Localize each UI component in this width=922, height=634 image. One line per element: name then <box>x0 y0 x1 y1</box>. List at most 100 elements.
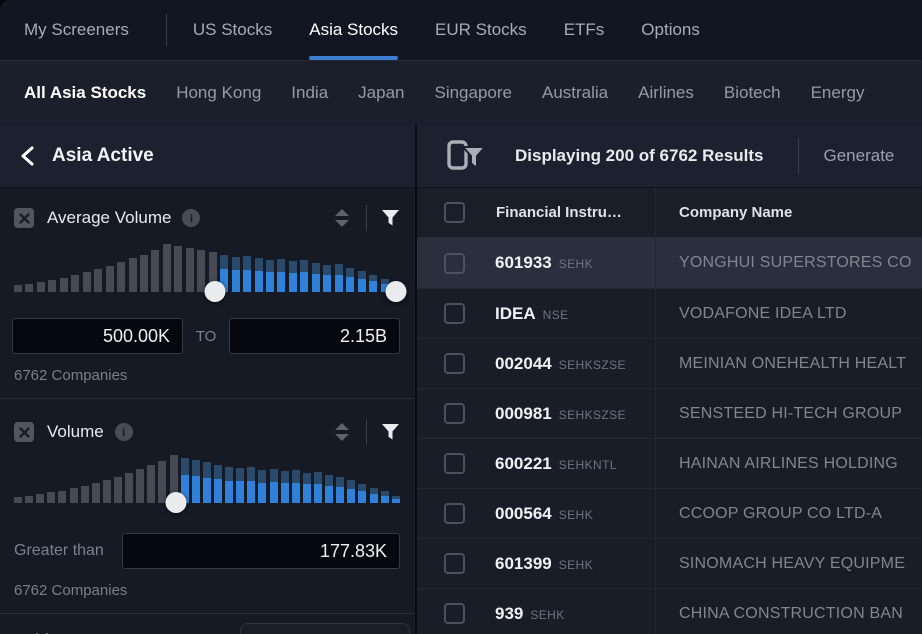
histogram-bar <box>163 244 171 292</box>
exchange-code: SEHK <box>559 257 593 271</box>
select-all-checkbox[interactable] <box>444 202 465 223</box>
column-company-name[interactable]: Company Name <box>679 204 792 221</box>
exchange-code: SEHKSZSE <box>559 358 626 372</box>
company-name: SENSTEED HI-TECH GROUP <box>679 405 902 423</box>
histogram-bar <box>25 284 33 292</box>
subnav-item-australia[interactable]: Australia <box>542 83 608 103</box>
nav-tab-options[interactable]: Options <box>641 0 700 60</box>
back-icon[interactable] <box>18 145 38 167</box>
exchange-code: SEHK <box>559 508 593 522</box>
results-header: Displaying 200 of 6762 Results Generate <box>417 125 922 188</box>
row-checkbox[interactable] <box>444 603 465 624</box>
row-checkbox[interactable] <box>444 553 465 574</box>
subnav-item-biotech[interactable]: Biotech <box>724 83 781 103</box>
histogram-bar-selected <box>236 468 244 503</box>
subnav-item-singapore[interactable]: Singapore <box>434 83 512 103</box>
company-name: CHINA CONSTRUCTION BAN <box>679 605 903 623</box>
threshold-handle[interactable] <box>166 492 187 513</box>
row-checkbox[interactable] <box>444 253 465 274</box>
exchange-code: SEHK <box>530 608 564 622</box>
histogram-bar <box>70 488 78 503</box>
volume-histogram <box>14 455 400 503</box>
nav-tab-my-screeners[interactable]: My Screeners <box>24 0 129 60</box>
filter-card-volume: Volume i Greater than 6762 Companies <box>0 399 415 614</box>
screen-title: Asia Active <box>52 145 154 167</box>
range-handle-min[interactable] <box>205 281 226 302</box>
remove-filter-icon[interactable] <box>14 422 34 442</box>
subnav-item-energy[interactable]: Energy <box>811 83 865 103</box>
histogram-bar-selected <box>325 475 333 503</box>
info-icon[interactable]: i <box>182 209 200 227</box>
subnav-item-hong-kong[interactable]: Hong Kong <box>176 83 261 103</box>
ticker-symbol[interactable]: 002044 <box>495 354 552 374</box>
table-row[interactable]: 601399 SEHK SINOMACH HEAVY EQUIPME <box>417 538 922 588</box>
column-financial-instrument[interactable]: Financial Instru… <box>496 204 622 221</box>
histogram-bar-selected <box>214 465 222 503</box>
nav-divider <box>166 14 167 46</box>
histogram-bar <box>174 246 182 292</box>
range-to-label: TO <box>183 328 229 345</box>
company-name: YONGHUI SUPERSTORES CO <box>679 254 912 272</box>
subnav-item-airlines[interactable]: Airlines <box>638 83 694 103</box>
row-checkbox[interactable] <box>444 353 465 374</box>
row-checkbox[interactable] <box>444 303 465 324</box>
histogram-bar <box>48 280 56 292</box>
generate-button[interactable]: Generate <box>824 146 895 166</box>
stock-screener-app: My Screeners US Stocks Asia Stocks EUR S… <box>0 0 922 634</box>
row-checkbox[interactable] <box>444 503 465 524</box>
histogram-bar <box>36 494 44 503</box>
table-row[interactable]: 000981 SEHKSZSE SENSTEED HI-TECH GROUP <box>417 388 922 438</box>
exchange-code: NSE <box>543 308 569 322</box>
ticker-symbol[interactable]: 000564 <box>495 504 552 524</box>
nav-tab-eur-stocks[interactable]: EUR Stocks <box>435 0 527 60</box>
results-panel: Displaying 200 of 6762 Results Generate … <box>417 125 922 634</box>
histogram-bar-selected <box>258 470 266 503</box>
subnav-item-japan[interactable]: Japan <box>358 83 404 103</box>
histogram-bar-selected <box>312 263 320 292</box>
nav-tab-us-stocks[interactable]: US Stocks <box>193 0 272 60</box>
histogram-bar-selected <box>358 484 366 503</box>
greater-than-label: Greater than <box>14 542 122 560</box>
filter-icon[interactable] <box>381 209 400 227</box>
table-row[interactable]: 939 SEHK CHINA CONSTRUCTION BAN <box>417 588 922 634</box>
min-value-input[interactable] <box>12 318 183 354</box>
histogram-bar-selected <box>266 260 274 292</box>
histogram-bar-selected <box>347 480 355 503</box>
histogram-bar <box>25 496 33 503</box>
ticker-symbol[interactable]: IDEA <box>495 304 536 324</box>
subnav-item-india[interactable]: India <box>291 83 328 103</box>
filter-icon[interactable] <box>381 423 400 441</box>
info-icon[interactable]: i <box>115 423 133 441</box>
ticker-symbol[interactable]: 000981 <box>495 404 552 424</box>
ticker-symbol[interactable]: 939 <box>495 604 523 624</box>
ticker-symbol[interactable]: 600221 <box>495 454 552 474</box>
histogram-bar <box>92 483 100 503</box>
sort-icon[interactable] <box>332 421 352 443</box>
table-row[interactable]: 002044 SEHKSZSE MEINIAN ONEHEALTH HEALT <box>417 338 922 388</box>
table-row[interactable]: IDEA NSE VODAFONE IDEA LTD <box>417 288 922 338</box>
nav-tab-etfs[interactable]: ETFs <box>564 0 605 60</box>
ticker-symbol[interactable]: 601399 <box>495 554 552 574</box>
ticker-symbol[interactable]: 601933 <box>495 253 552 273</box>
nav-tab-asia-stocks[interactable]: Asia Stocks <box>309 0 398 60</box>
range-handle-max[interactable] <box>386 281 407 302</box>
sort-icon[interactable] <box>332 207 352 229</box>
row-checkbox[interactable] <box>444 403 465 424</box>
histogram-bar-selected <box>281 471 289 503</box>
table-row[interactable]: 600221 SEHKNTL HAINAN AIRLINES HOLDING <box>417 438 922 488</box>
table-row[interactable]: 601933 SEHK YONGHUI SUPERSTORES CO <box>417 238 922 288</box>
subnav-item-all-asia-stocks[interactable]: All Asia Stocks <box>24 83 146 103</box>
row-checkbox[interactable] <box>444 453 465 474</box>
filter-title: Volume <box>47 422 104 442</box>
histogram-bar <box>47 492 55 503</box>
table-row[interactable]: 000564 SEHK CCOOP GROUP CO LTD-A <box>417 488 922 538</box>
exchange-code: SEHKSZSE <box>559 408 626 422</box>
histogram-bar <box>81 486 89 503</box>
threshold-value-input[interactable] <box>122 533 400 569</box>
max-value-input[interactable] <box>229 318 400 354</box>
histogram-bar <box>125 473 133 503</box>
histogram-bar <box>136 469 144 503</box>
average-volume-histogram <box>14 244 400 292</box>
remove-filter-icon[interactable] <box>14 208 34 228</box>
search-factors-button[interactable]: Search <box>240 623 410 634</box>
